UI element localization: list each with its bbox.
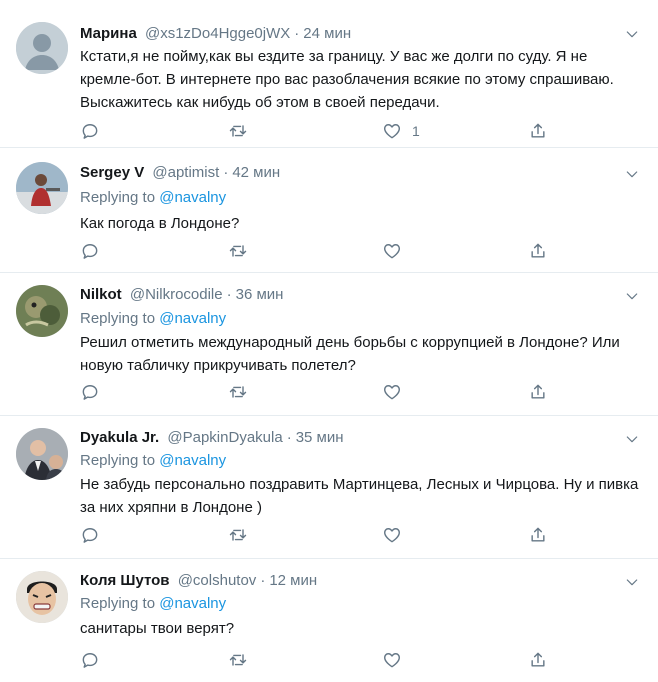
chevron-down-icon[interactable] — [624, 574, 640, 590]
replying-to: Replying to @navalny — [80, 594, 226, 614]
author-handle[interactable]: @PapkinDyakula — [167, 429, 282, 446]
share-icon — [528, 121, 548, 141]
heart-icon — [382, 525, 402, 545]
author-name[interactable]: Nilkot — [80, 286, 122, 303]
mention-link[interactable]: @navalny — [159, 310, 226, 327]
default-avatar[interactable] — [16, 22, 68, 74]
replying-to-label: Replying to — [80, 310, 156, 327]
retweet-icon — [228, 121, 248, 141]
like-button[interactable] — [382, 649, 412, 671]
retweet-button[interactable] — [228, 120, 248, 142]
chevron-down-icon[interactable] — [624, 288, 640, 304]
chevron-down-icon[interactable] — [624, 166, 640, 182]
author-handle[interactable]: @aptimist — [152, 164, 219, 181]
author-handle[interactable]: @Nilkrocodile — [130, 286, 223, 303]
author-name[interactable]: Марина — [80, 25, 137, 42]
tweet-time[interactable]: 42 мин — [232, 164, 280, 181]
tweet-text: санитары твои верят? — [80, 620, 235, 637]
chevron-down-icon[interactable] — [624, 431, 640, 447]
share-icon — [528, 241, 548, 261]
author-handle[interactable]: @colshutov — [178, 572, 257, 589]
replying-to: Replying to @navalny — [80, 309, 226, 329]
reply-icon — [80, 650, 100, 670]
retweet-icon — [228, 525, 248, 545]
mention-link[interactable]: @navalny — [159, 452, 226, 469]
share-icon — [528, 525, 548, 545]
retweet-icon — [228, 382, 248, 402]
reply-icon — [80, 382, 100, 402]
retweet-icon — [228, 650, 248, 670]
tweet-item[interactable]: Sergey V @aptimist · 42 мин Replying to @n… — [0, 148, 658, 273]
tweet-time[interactable]: 36 мин — [236, 286, 284, 303]
reply-button[interactable] — [80, 381, 100, 403]
reply-button[interactable] — [80, 524, 100, 546]
heart-icon — [382, 650, 402, 670]
photo-avatar[interactable] — [16, 285, 68, 337]
separator-dot: · — [260, 572, 266, 589]
separator-dot: · — [286, 429, 292, 446]
share-icon — [528, 382, 548, 402]
tweet-item[interactable]: Коля Шутов @colshutov · 12 мин Replying to… — [0, 559, 658, 682]
share-button[interactable] — [528, 524, 548, 546]
share-button[interactable] — [528, 381, 548, 403]
mention-link[interactable]: @navalny — [159, 189, 226, 206]
retweet-button[interactable] — [228, 649, 248, 671]
tweet-text: Решил отметить международный день борьбы… — [80, 334, 620, 374]
tweet-time[interactable]: 35 мин — [296, 429, 344, 446]
mention-link[interactable]: @navalny — [159, 595, 226, 612]
reply-icon — [80, 241, 100, 261]
replying-to-label: Replying to — [80, 189, 156, 206]
heart-icon — [382, 382, 402, 402]
reply-button[interactable] — [80, 240, 100, 262]
retweet-button[interactable] — [228, 240, 248, 262]
author-handle[interactable]: @xs1zDo4Hgge0jWX — [145, 25, 290, 42]
replying-to-label: Replying to — [80, 595, 156, 612]
tweet-item[interactable]: Nilkot @Nilkrocodile · 36 мин Replying to … — [0, 273, 658, 416]
like-count: 1 — [412, 123, 420, 139]
tweet-text: Не забудь персонально поздравить Мартинц… — [80, 476, 639, 516]
heart-icon — [382, 241, 402, 261]
retweet-icon — [228, 241, 248, 261]
replying-to: Replying to @navalny — [80, 188, 226, 208]
like-button[interactable]: 1 — [382, 120, 420, 142]
replying-to: Replying to @navalny — [80, 451, 226, 471]
tweet-item[interactable]: Марина @xs1zDo4Hgge0jWX · 24 мин Кстати,я … — [0, 0, 658, 148]
like-button[interactable] — [382, 381, 412, 403]
share-button[interactable] — [528, 649, 548, 671]
tweet-time[interactable]: 24 мин — [303, 25, 351, 42]
share-button[interactable] — [528, 120, 548, 142]
retweet-button[interactable] — [228, 524, 248, 546]
chevron-down-icon[interactable] — [624, 26, 640, 42]
replying-to-label: Replying to — [80, 452, 156, 469]
reply-icon — [80, 121, 100, 141]
retweet-button[interactable] — [228, 381, 248, 403]
separator-dot: · — [294, 25, 300, 42]
separator-dot: · — [223, 164, 229, 181]
reply-button[interactable] — [80, 649, 100, 671]
tweet-item[interactable]: Dyakula Jr. @PapkinDyakula · 35 мин Replyi… — [0, 416, 658, 559]
like-button[interactable] — [382, 524, 412, 546]
reply-icon — [80, 525, 100, 545]
heart-icon — [382, 121, 402, 141]
separator-dot: · — [226, 286, 232, 303]
tweet-text: Как погода в Лондоне? — [80, 215, 240, 232]
author-name[interactable]: Dyakula Jr. — [80, 429, 159, 446]
reply-button[interactable] — [80, 120, 100, 142]
photo-avatar[interactable] — [16, 162, 68, 214]
photo-avatar[interactable] — [16, 571, 68, 623]
author-name[interactable]: Коля Шутов — [80, 572, 170, 589]
share-icon — [528, 650, 548, 670]
tweet-text: Кстати,я не пойму,как вы ездите за грани… — [80, 48, 614, 111]
share-button[interactable] — [528, 240, 548, 262]
author-name[interactable]: Sergey V — [80, 164, 144, 181]
like-button[interactable] — [382, 240, 412, 262]
tweet-time[interactable]: 12 мин — [269, 572, 317, 589]
photo-avatar[interactable] — [16, 428, 68, 480]
